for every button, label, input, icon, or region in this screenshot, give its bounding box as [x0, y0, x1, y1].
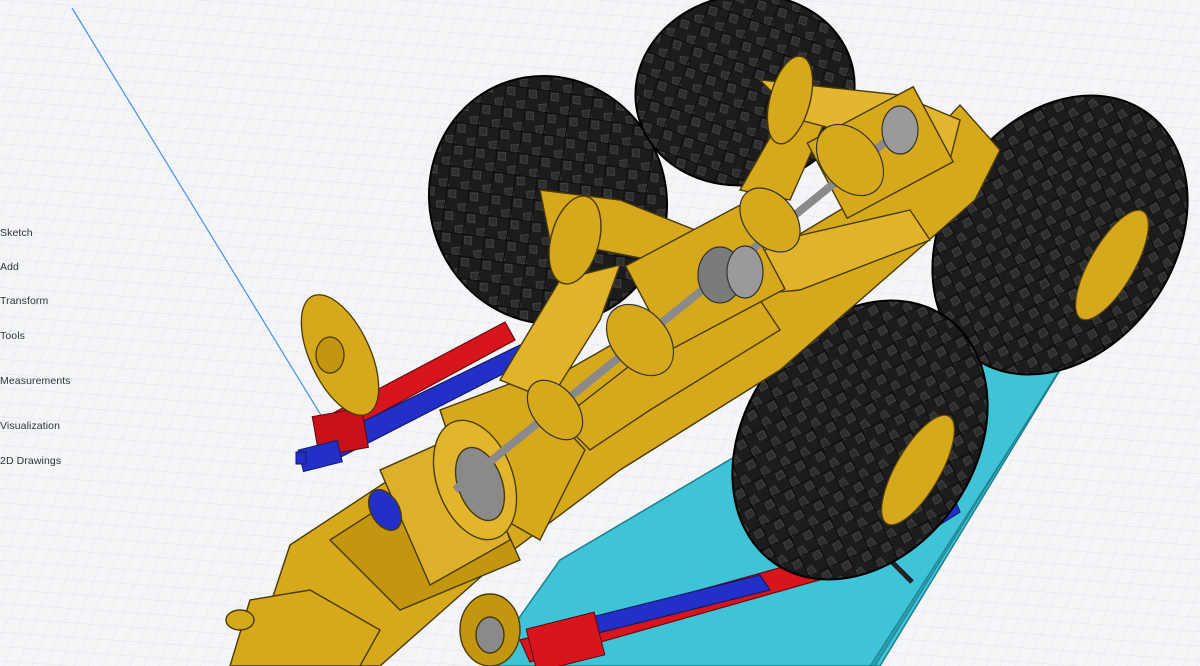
sidebar-item-add[interactable]: Add: [0, 261, 19, 273]
sidebar-item-visualization[interactable]: Visualization: [0, 420, 60, 432]
sidebar: Sketch Add Transform Tools Measurements …: [0, 220, 110, 480]
sidebar-item-sketch[interactable]: Sketch: [0, 227, 33, 239]
sidebar-item-tools[interactable]: Tools: [0, 330, 25, 342]
sidebar-item-transform[interactable]: Transform: [0, 295, 48, 307]
sidebar-item-2d-drawings[interactable]: 2D Drawings: [0, 455, 61, 467]
sidebar-item-measurements[interactable]: Measurements: [0, 375, 71, 387]
3d-viewport[interactable]: [0, 0, 1200, 666]
